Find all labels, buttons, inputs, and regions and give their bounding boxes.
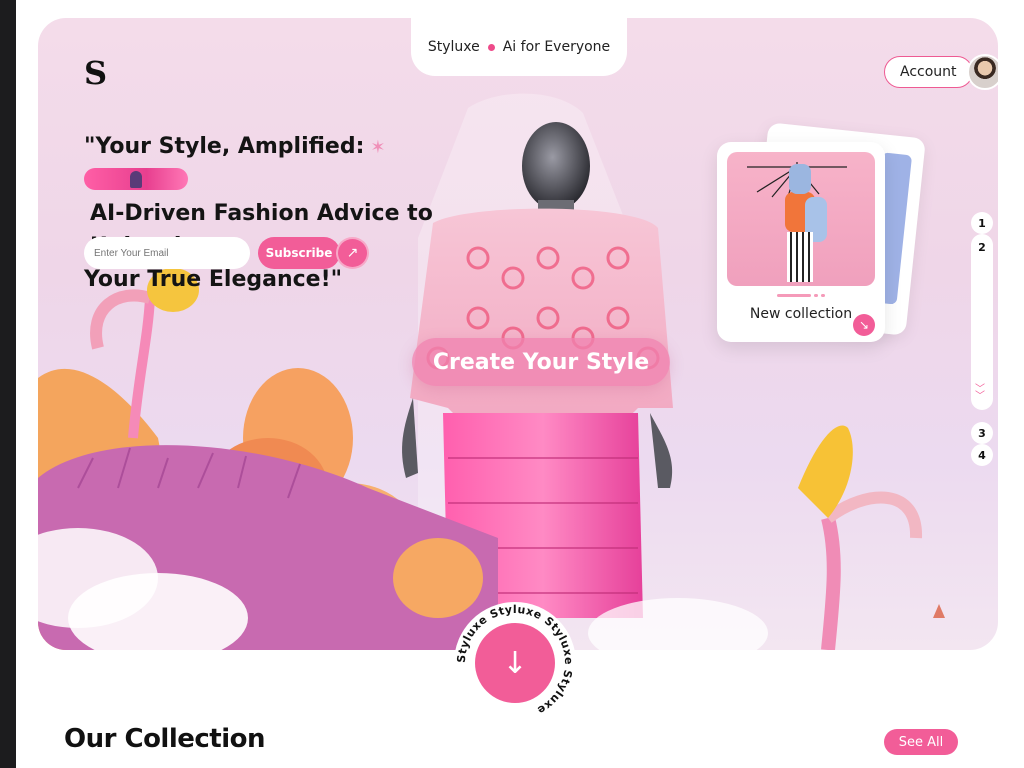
- account-area: Account: [884, 54, 998, 90]
- collection-title: Our Collection: [64, 724, 266, 754]
- separator-dot: [487, 43, 495, 51]
- right-plant: [588, 425, 945, 650]
- headline-inline-image: [84, 168, 188, 190]
- avatar[interactable]: [966, 54, 998, 90]
- create-your-style-button[interactable]: Create Your Style: [412, 338, 670, 386]
- account-button[interactable]: Account: [884, 56, 973, 88]
- page: Create Your Style "Your Style, Amplified…: [16, 0, 1024, 768]
- pager-item-3[interactable]: 3: [971, 422, 993, 444]
- pager-item-2[interactable]: 2: [971, 236, 993, 258]
- top-center-tab: Styluxe Ai for Everyone: [411, 18, 627, 76]
- arrow-down-icon[interactable]: ↓: [475, 623, 555, 703]
- page-indicator: 1 2 ﹀ ﹀ 3 4: [970, 210, 994, 466]
- email-input[interactable]: [84, 237, 250, 269]
- headline-line-1: "Your Style, Amplified:: [84, 134, 365, 159]
- see-all-button[interactable]: See All: [884, 729, 958, 755]
- hero-section: Create Your Style "Your Style, Amplified…: [38, 18, 998, 650]
- pager-item-4[interactable]: 4: [971, 444, 993, 466]
- carousel-dots: [777, 294, 825, 297]
- new-collection-card[interactable]: New collection ↘: [717, 142, 885, 342]
- brand-tagline: Ai for Everyone: [502, 39, 611, 55]
- sparkle-icon: ✶: [370, 137, 386, 158]
- hero-headline: "Your Style, Amplified: ✶ AI-Driven Fashi…: [84, 130, 484, 296]
- pager-item-1[interactable]: 1: [971, 212, 993, 234]
- new-collection-image: [727, 152, 875, 286]
- arrow-down-right-icon[interactable]: ↘: [853, 314, 875, 336]
- scroll-down-badge[interactable]: Styluxe Styluxe Styluxe Styluxe ↓: [454, 602, 576, 724]
- logo[interactable]: S: [84, 54, 107, 92]
- brand-name[interactable]: Styluxe: [428, 39, 480, 55]
- arrow-up-right-icon[interactable]: ↗: [336, 237, 369, 269]
- chevron-down-icon: ﹀ ﹀: [975, 384, 985, 402]
- subscribe-button[interactable]: Subscribe: [258, 237, 340, 269]
